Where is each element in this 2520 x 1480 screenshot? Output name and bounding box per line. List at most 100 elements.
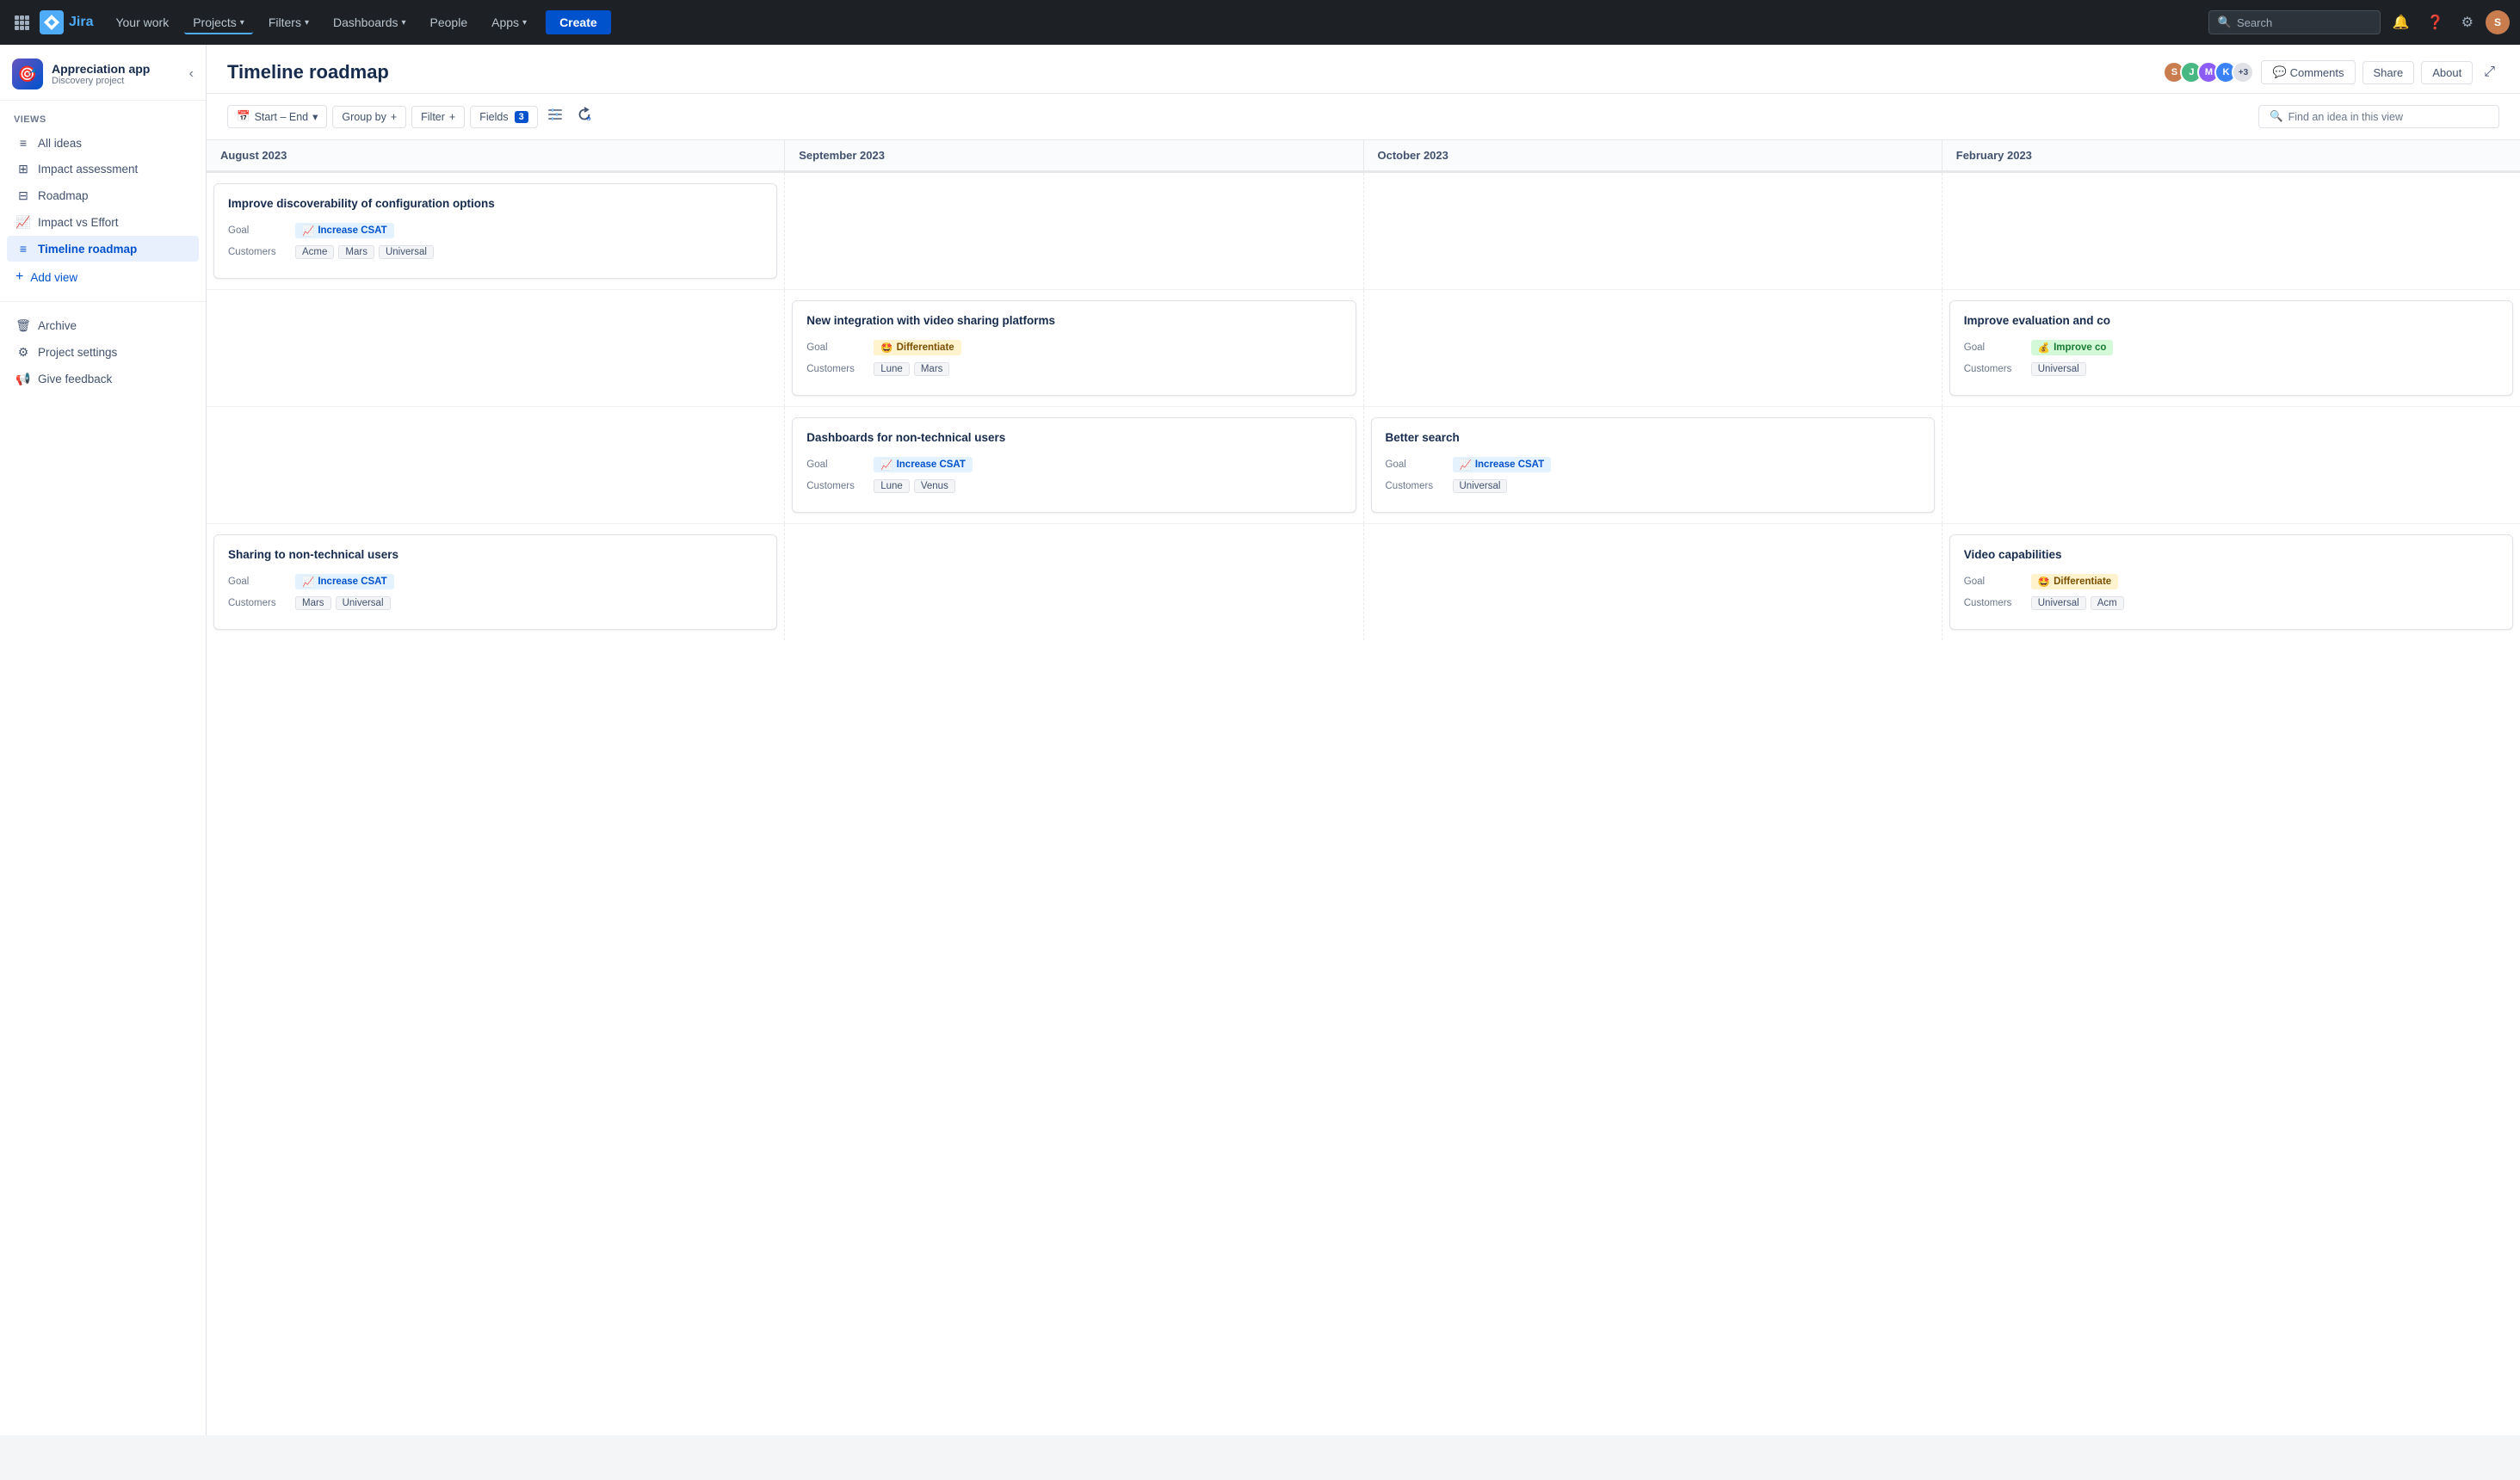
filter-plus: + <box>449 111 455 123</box>
row4-col1: Sharing to non-technical users Goal 📈 In… <box>207 524 785 640</box>
create-button[interactable]: Create <box>546 10 611 34</box>
give-feedback-label: Give feedback <box>38 373 112 385</box>
roadmap-label: Roadmap <box>38 189 89 202</box>
customer-universal: Universal <box>336 596 391 610</box>
comments-button[interactable]: 💬 Comments <box>2261 60 2355 84</box>
search-icon: 🔍 <box>2218 15 2232 29</box>
goal-emoji: 🤩 <box>2038 576 2050 588</box>
row4-col3 <box>1364 524 1942 640</box>
goal-emoji: 📈 <box>302 576 314 588</box>
sidebar-item-impact-vs-effort[interactable]: 📈 Impact vs Effort <box>7 209 199 236</box>
sidebar-item-project-settings[interactable]: ⚙ Project settings <box>7 339 199 366</box>
customers-list: Acme Mars Universal <box>295 245 434 259</box>
customers-label: Customers <box>1386 481 1446 491</box>
idea-card-dashboards[interactable]: Dashboards for non-technical users Goal … <box>792 417 1356 513</box>
customers-label: Customers <box>228 247 288 257</box>
idea-card-better-search[interactable]: Better search Goal 📈 Increase CSAT Custo… <box>1371 417 1935 513</box>
top-nav: Jira Your work Projects ▾ Filters ▾ Dash… <box>0 0 2520 45</box>
idea-card-improve-evaluation[interactable]: Improve evaluation and co Goal 💰 Improve… <box>1949 300 2513 396</box>
sidebar-item-all-ideas[interactable]: ≡ All ideas <box>7 130 199 156</box>
sidebar-item-archive[interactable]: 🗑 Archive <box>7 312 199 339</box>
row4-col4: Video capabilities Goal 🤩 Differentiate … <box>1942 524 2520 640</box>
search-ideas-input[interactable]: 🔍 Find an idea in this view <box>2258 105 2499 128</box>
user-avatar[interactable]: S <box>2486 10 2510 34</box>
sidebar-collapse-button[interactable]: ‹ <box>189 66 194 82</box>
filter-button[interactable]: Filter + <box>411 106 465 128</box>
global-search[interactable]: 🔍 Search <box>2208 10 2381 34</box>
sidebar-item-timeline-roadmap[interactable]: ≡ Timeline roadmap <box>7 236 199 262</box>
views-section: VIEWS ≡ All ideas ⊞ Impact assessment ⊟ … <box>0 101 206 294</box>
month-header-october: October 2023 <box>1364 140 1942 172</box>
idea-card-sharing[interactable]: Sharing to non-technical users Goal 📈 In… <box>213 534 777 630</box>
search-ideas-placeholder: Find an idea in this view <box>2288 111 2403 123</box>
customer-acme: Acme <box>295 245 334 259</box>
nav-people[interactable]: People <box>422 10 477 34</box>
add-view-button[interactable]: + Add view <box>7 263 199 291</box>
expand-button[interactable]: ⤢ <box>2480 60 2499 84</box>
apps-grid-icon[interactable] <box>10 11 33 34</box>
app-layout: 🎯 Appreciation app Discovery project ‹ V… <box>0 45 2520 1435</box>
calendar-icon: 📅 <box>237 110 250 123</box>
customers-list: Lune Venus <box>874 479 955 493</box>
all-ideas-icon: ≡ <box>15 136 31 150</box>
idea-card-video-integration[interactable]: New integration with video sharing platf… <box>792 300 1356 396</box>
share-button[interactable]: Share <box>2362 61 2415 84</box>
customer-mars: Mars <box>295 596 331 610</box>
project-icon: 🎯 <box>12 59 43 89</box>
project-header: 🎯 Appreciation app Discovery project ‹ <box>0 45 206 101</box>
goal-tag: 📈 Increase CSAT <box>1453 457 1552 472</box>
fields-button[interactable]: Fields 3 <box>470 106 537 128</box>
idea-title: Improve evaluation and co <box>1964 313 2498 330</box>
search-placeholder: Search <box>2237 16 2272 29</box>
sidebar-divider-1 <box>0 301 206 302</box>
goal-label: Goal <box>1964 342 2024 353</box>
idea-card-video-capabilities[interactable]: Video capabilities Goal 🤩 Differentiate … <box>1949 534 2513 630</box>
nav-logo[interactable]: Jira <box>40 10 93 34</box>
customers-list: Universal <box>1453 479 1508 493</box>
settings-button[interactable]: ⚙ <box>2456 9 2479 36</box>
idea-customers-field: Customers Acme Mars Universal <box>228 245 763 259</box>
group-by-button[interactable]: Group by + <box>332 106 406 128</box>
nav-dashboards[interactable]: Dashboards ▾ <box>324 10 415 34</box>
collaborator-avatar-count[interactable]: +3 <box>2232 61 2254 83</box>
sidebar-item-roadmap[interactable]: ⊟ Roadmap <box>7 182 199 209</box>
view-options-button[interactable] <box>543 102 567 131</box>
customers-label: Customers <box>1964 598 2024 608</box>
goal-emoji: 💰 <box>2038 342 2050 354</box>
idea-customers-field: Customers Universal Acm <box>1964 596 2498 610</box>
notifications-button[interactable]: 🔔 <box>2387 9 2415 36</box>
nav-filters[interactable]: Filters ▾ <box>260 10 318 34</box>
customers-label: Customers <box>1964 364 2024 374</box>
project-settings-icon: ⚙ <box>15 345 31 360</box>
idea-goal-field: Goal 🤩 Differentiate <box>806 340 1341 355</box>
apps-chevron: ▾ <box>522 18 527 28</box>
projects-chevron: ▾ <box>240 18 244 28</box>
goal-emoji: 📈 <box>880 459 892 471</box>
timeline-roadmap-icon: ≡ <box>15 242 31 256</box>
refresh-button[interactable] <box>572 102 596 131</box>
impact-vs-effort-icon: 📈 <box>15 215 31 230</box>
main-content: Timeline roadmap S J M K +3 💬 Comments S… <box>207 45 2520 1435</box>
sidebar-bottom-section: 🗑 Archive ⚙ Project settings 📢 Give feed… <box>0 309 206 396</box>
nav-your-work[interactable]: Your work <box>107 10 177 34</box>
nav-projects[interactable]: Projects ▾ <box>184 10 253 34</box>
date-range-button[interactable]: 📅 Start – End ▾ <box>227 105 327 128</box>
goal-label: Goal <box>228 577 288 587</box>
goal-label: Goal <box>1386 459 1446 470</box>
add-view-label: Add view <box>30 271 77 284</box>
roadmap-icon: ⊟ <box>15 188 31 203</box>
project-type: Discovery project <box>52 76 150 86</box>
sidebar-item-give-feedback[interactable]: 📢 Give feedback <box>7 366 199 392</box>
nav-apps[interactable]: Apps ▾ <box>483 10 535 34</box>
collaborators-avatar-stack: S J M K +3 <box>2163 61 2254 83</box>
idea-card-discoverability[interactable]: Improve discoverability of configuration… <box>213 183 777 279</box>
row1-col4 <box>1942 173 2520 289</box>
customers-list: Mars Universal <box>295 596 391 610</box>
timeline-row-4: Sharing to non-technical users Goal 📈 In… <box>207 524 2520 640</box>
about-button[interactable]: About <box>2421 61 2473 84</box>
help-button[interactable]: ❓ <box>2422 9 2449 36</box>
month-header-august: August 2023 <box>207 140 785 172</box>
sidebar-item-impact-assessment[interactable]: ⊞ Impact assessment <box>7 156 199 182</box>
toolbar: 📅 Start – End ▾ Group by + Filter + Fiel… <box>207 94 2520 140</box>
row3-col2: Dashboards for non-technical users Goal … <box>785 407 1363 523</box>
